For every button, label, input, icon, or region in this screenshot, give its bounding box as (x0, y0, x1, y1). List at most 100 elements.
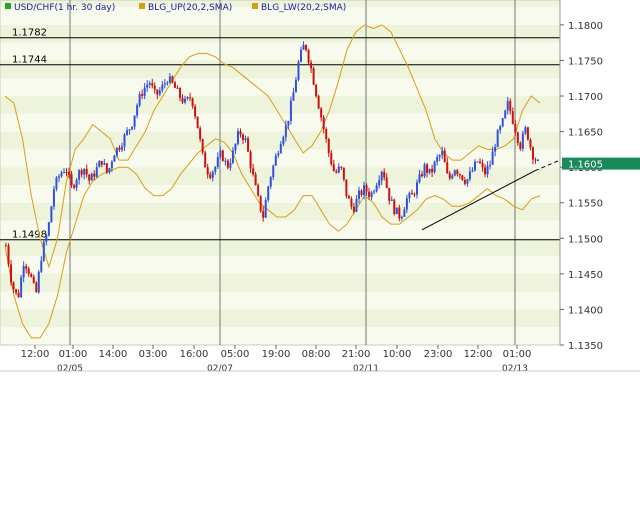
candle-body (279, 144, 282, 154)
candle-body (178, 88, 181, 98)
candle-body (431, 168, 434, 173)
candle-body (390, 199, 393, 201)
candle-body (428, 168, 431, 173)
candle-body (229, 162, 232, 168)
date-label: 02/13 (502, 364, 528, 374)
candle-body (108, 168, 111, 173)
reference-line-label: 1.1782 (12, 28, 47, 39)
candle-body (325, 129, 328, 139)
background-stripe (0, 24, 560, 43)
last-price-label: 1.1605 (568, 160, 603, 171)
candle-body (95, 167, 98, 177)
candle-body (312, 68, 315, 85)
y-tick-label: 1.1550 (568, 199, 603, 210)
candle-body (168, 76, 171, 83)
candle-body (534, 159, 537, 161)
candle-body (262, 211, 265, 218)
candle-body (206, 167, 209, 175)
background-stripe (0, 202, 560, 221)
candle-body (244, 138, 247, 140)
candle-body (20, 277, 23, 298)
candle-body (496, 130, 499, 147)
candle-body (57, 176, 60, 178)
background-stripe (0, 96, 560, 114)
candle-body (128, 129, 131, 131)
candle-body (481, 162, 484, 168)
y-tick-label: 1.1800 (568, 21, 603, 32)
candle-body (335, 171, 338, 173)
x-tick-label: 14:00 (99, 349, 128, 360)
candle-body (68, 172, 71, 175)
date-label: 02/11 (353, 364, 379, 374)
candle-body (32, 276, 35, 283)
candle-body (52, 189, 55, 207)
candle-body (242, 134, 245, 140)
legend-label: BLG_LW(20,2,SMA) (261, 3, 346, 13)
candle-body (282, 137, 285, 145)
x-tick-label: 08:00 (302, 349, 331, 360)
candle-body (98, 160, 101, 168)
usdchf-chart: 1.1782 1.1744 1.1498 1.1350 1.1400 1.1450 1.1… (0, 0, 640, 374)
candle-body (489, 164, 492, 166)
candle-body (317, 96, 320, 109)
candle-body (272, 165, 275, 178)
candle-body (315, 84, 318, 97)
x-tick-label: 05:00 (221, 349, 250, 360)
candle-body (289, 100, 292, 121)
candle-body (55, 177, 58, 190)
candle-body (176, 87, 179, 89)
candle-body (509, 101, 512, 112)
candle-body (448, 173, 451, 179)
x-tick-label: 10:00 (383, 349, 412, 360)
candle-body (153, 85, 156, 90)
candle-body (143, 87, 146, 96)
candle-body (239, 131, 242, 135)
candle-body (456, 170, 459, 175)
candle-body (383, 171, 386, 178)
background-stripe (0, 256, 560, 274)
candle-body (405, 198, 408, 210)
candle-body (413, 194, 416, 196)
candle-body (438, 155, 441, 158)
candle-body (186, 97, 189, 99)
candle-body (363, 185, 366, 195)
candle-body (131, 126, 134, 130)
candle-body (264, 199, 267, 218)
candle-body (201, 139, 204, 153)
candle-body (514, 123, 517, 133)
candle-body (305, 44, 308, 51)
candle-body (267, 186, 270, 200)
candle-body (226, 160, 229, 168)
candle-body (393, 199, 396, 215)
candle-body (204, 152, 207, 168)
candle-body (529, 139, 532, 148)
candle-body (398, 207, 401, 219)
candle-body (45, 235, 48, 242)
background-stripe (0, 184, 560, 203)
candle-body (350, 198, 353, 207)
candle-body (199, 128, 202, 140)
candle-body (216, 157, 219, 168)
candle-body (491, 151, 494, 165)
candle-body (320, 108, 323, 118)
candle-body (115, 147, 118, 156)
candle-body (373, 191, 376, 193)
candle-body (136, 105, 139, 116)
candle-body (433, 161, 436, 173)
candle-body (400, 216, 403, 219)
legend-swatch (252, 3, 258, 9)
candle-body (421, 174, 424, 177)
candle-body (423, 164, 426, 177)
candle-body (126, 130, 129, 135)
candle-body (299, 49, 302, 62)
legend-label: BLG_UP(20,2,SMA) (148, 3, 232, 13)
candle-body (166, 82, 169, 84)
candle-body (211, 171, 214, 178)
candle-body (231, 150, 234, 163)
candle-body (184, 98, 187, 103)
candle-body (171, 76, 174, 83)
background-stripe (0, 42, 560, 61)
candle-body (342, 167, 345, 180)
candle-body (15, 289, 18, 293)
candle-body (441, 150, 444, 156)
